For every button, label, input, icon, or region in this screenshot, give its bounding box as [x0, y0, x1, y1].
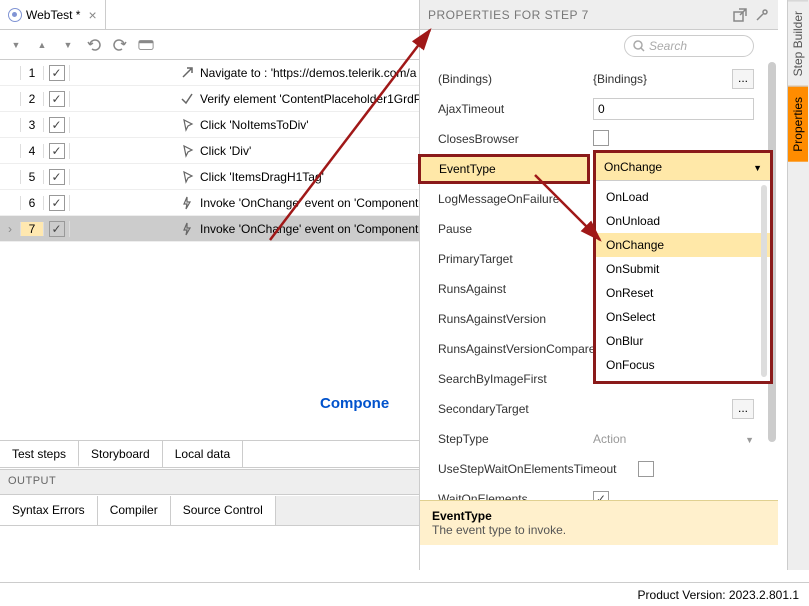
use-step-wait-checkbox[interactable] — [638, 461, 654, 477]
step-text: Invoke 'OnChange' event on 'Component' — [200, 222, 419, 236]
dropdown-selected[interactable]: OnChange — [596, 153, 770, 181]
ellipsis-button[interactable]: ... — [732, 399, 754, 419]
step-type-icon — [180, 222, 194, 236]
tab-title: WebTest * — [26, 8, 80, 22]
properties-title: PROPERTIES FOR STEP 7 — [428, 8, 589, 22]
prop-event-type-highlight: EventType — [418, 154, 590, 184]
step-type-icon — [180, 144, 194, 158]
prop-bindings[interactable]: (Bindings) {Bindings} ... — [438, 64, 754, 94]
step-enabled-checkbox[interactable] — [49, 117, 65, 133]
dropdown-option[interactable]: OnSubmit — [596, 257, 770, 281]
step-enabled-checkbox[interactable] — [49, 195, 65, 211]
prop-use-step-wait[interactable]: UseStepWaitOnElementsTimeout — [438, 454, 754, 484]
tab-test-steps[interactable]: Test steps — [0, 441, 79, 467]
tab-source-control[interactable]: Source Control — [171, 496, 276, 525]
step-number: 5 — [20, 170, 44, 184]
view-icon[interactable] — [138, 37, 154, 53]
dropdown-option[interactable]: OnLoad — [596, 185, 770, 209]
redo-icon[interactable] — [112, 37, 128, 53]
search-placeholder: Search — [649, 39, 687, 53]
step-enabled-checkbox[interactable] — [49, 91, 65, 107]
step-row[interactable]: 5 Click 'ItemsDragH1Tag' — [0, 164, 419, 190]
step-row[interactable]: 3 Click 'NoItemsToDiv' — [0, 112, 419, 138]
step-number: 7 — [20, 222, 44, 236]
product-version: Product Version: 2023.2.801.1 — [638, 588, 799, 602]
step-row[interactable]: ›7Invoke 'OnChange' event on 'Component' — [0, 216, 419, 242]
step-number: 6 — [20, 196, 44, 210]
step-row[interactable]: 6 Invoke 'OnChange' event on 'Component' — [0, 190, 419, 216]
dropdown-option[interactable]: OnReset — [596, 281, 770, 305]
step-text: Click 'Div' — [200, 144, 251, 158]
tab-syntax-errors[interactable]: Syntax Errors — [0, 496, 98, 525]
step-text: Click 'NoItemsToDiv' — [200, 118, 309, 132]
step-type-icon — [180, 196, 194, 210]
move-down-icon[interactable] — [60, 37, 76, 53]
output-header: OUTPUT — [0, 469, 419, 495]
dropdown-scrollbar[interactable] — [761, 185, 767, 377]
step-text: Click 'ItemsDragH1Tag' — [200, 170, 324, 184]
side-tab-step-builder[interactable]: Step Builder — [788, 0, 808, 86]
step-row[interactable]: 1 Navigate to : 'https://demos.telerik.co… — [0, 60, 419, 86]
move-up-icon[interactable] — [34, 37, 50, 53]
undo-icon[interactable] — [86, 37, 102, 53]
popout-icon[interactable] — [732, 7, 748, 23]
step-enabled-checkbox[interactable] — [49, 65, 65, 81]
step-enabled-checkbox[interactable] — [49, 143, 65, 159]
step-enabled-checkbox[interactable] — [49, 169, 65, 185]
webtest-icon — [8, 8, 22, 22]
step-number: 4 — [20, 144, 44, 158]
steps-grid: 1 Navigate to : 'https://demos.telerik.co… — [0, 60, 419, 242]
ajax-timeout-input[interactable] — [593, 98, 754, 120]
chevron-down-icon — [745, 432, 754, 446]
prop-step-type[interactable]: StepType Action — [438, 424, 754, 454]
tab-compiler[interactable]: Compiler — [98, 496, 171, 525]
dropdown-option[interactable]: OnUnload — [596, 209, 770, 233]
prop-secondary-target[interactable]: SecondaryTarget ... — [438, 394, 754, 424]
step-type-icon — [180, 118, 194, 132]
close-icon[interactable]: × — [88, 7, 96, 23]
step-type-icon — [180, 66, 194, 80]
dropdown-option[interactable]: OnChange — [596, 233, 770, 257]
closes-browser-checkbox[interactable] — [593, 130, 609, 146]
side-tab-properties[interactable]: Properties — [788, 86, 808, 162]
pin-icon[interactable] — [754, 7, 770, 23]
step-type-icon — [180, 92, 194, 106]
dropdown-option[interactable]: OnBlur — [596, 329, 770, 353]
ellipsis-button[interactable]: ... — [732, 69, 754, 89]
step-type-icon — [180, 170, 194, 184]
search-input[interactable]: Search — [624, 35, 754, 57]
chevron-down-icon — [753, 160, 762, 174]
step-text: Navigate to : 'https://demos.telerik.com… — [200, 66, 416, 80]
step-text: Invoke 'OnChange' event on 'Component' — [200, 196, 419, 210]
dropdown-option[interactable]: OnSelect — [596, 305, 770, 329]
event-type-dropdown[interactable]: OnChange OnLoadOnUnloadOnChangeOnSubmitO… — [593, 150, 773, 384]
step-number: 2 — [20, 92, 44, 106]
step-row[interactable]: 2 Verify element 'ContentPlaceholder1GrdP… — [0, 86, 419, 112]
step-row[interactable]: 4 Click 'Div' — [0, 138, 419, 164]
dropdown-option[interactable]: OnFocus — [596, 353, 770, 377]
step-number: 3 — [20, 118, 44, 132]
file-tab[interactable]: WebTest * × — [0, 0, 106, 29]
step-number: 1 — [20, 66, 44, 80]
property-description: EventType The event type to invoke. — [420, 500, 778, 545]
expand-icon[interactable] — [8, 37, 24, 53]
prop-ajax-timeout[interactable]: AjaxTimeout — [438, 94, 754, 124]
step-enabled-checkbox[interactable] — [49, 221, 65, 237]
component-label: Compone — [320, 395, 389, 412]
tab-local-data[interactable]: Local data — [163, 441, 243, 467]
step-text: Verify element 'ContentPlaceholder1GrdPe — [200, 92, 419, 106]
search-icon — [633, 40, 645, 52]
tab-storyboard[interactable]: Storyboard — [79, 441, 163, 467]
